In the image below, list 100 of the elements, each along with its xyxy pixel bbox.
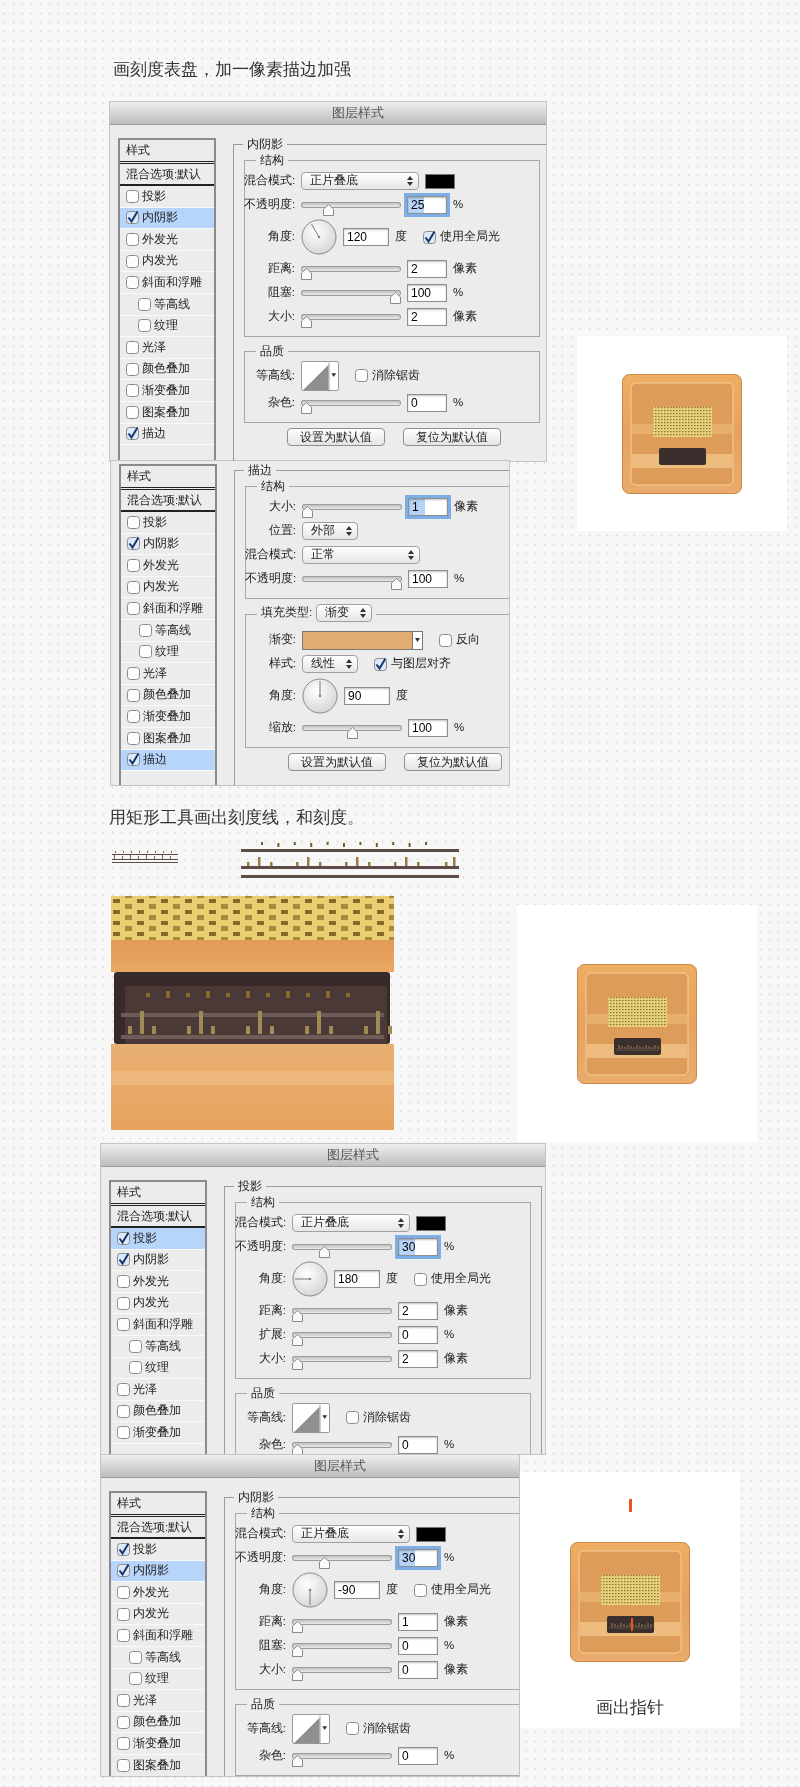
angle-dial[interactable] — [292, 1261, 328, 1297]
effect-item[interactable]: 斜面和浮雕 — [111, 1625, 205, 1647]
effect-item[interactable]: 图案叠加 — [120, 401, 214, 424]
slider-thumb[interactable] — [323, 204, 335, 216]
checkbox[interactable] — [126, 384, 139, 398]
effect-item[interactable]: 内发光 — [111, 1292, 205, 1315]
slider-thumb[interactable] — [302, 506, 313, 518]
number-field[interactable]: 30 — [398, 1238, 438, 1256]
slider-thumb[interactable] — [301, 268, 312, 280]
effect-item[interactable]: 光泽 — [111, 1379, 205, 1401]
checkbox[interactable] — [117, 1318, 130, 1332]
checkbox[interactable] — [117, 1382, 130, 1396]
checkbox[interactable] — [117, 1253, 130, 1267]
checkbox[interactable] — [139, 645, 152, 659]
slider-thumb[interactable] — [390, 292, 401, 304]
effect-item[interactable]: 光泽 — [111, 1690, 205, 1712]
effect-item[interactable]: 投影 — [111, 1539, 205, 1561]
effect-item[interactable]: 光泽 — [120, 337, 214, 359]
checkbox[interactable] — [129, 1361, 142, 1375]
slider-thumb[interactable] — [292, 1358, 303, 1370]
checkbox[interactable] — [117, 1564, 130, 1578]
effect-item[interactable]: 斜面和浮雕 — [121, 598, 215, 620]
slider-thumb[interactable] — [292, 1310, 303, 1322]
angle-dial[interactable] — [302, 678, 338, 714]
dropdown[interactable]: 渐变 — [316, 604, 373, 622]
effect-item[interactable]: 等高线 — [121, 619, 215, 642]
checkbox[interactable] — [117, 1296, 130, 1310]
effect-item[interactable]: 渐变叠加 — [120, 380, 214, 402]
slider-thumb[interactable] — [292, 1755, 303, 1767]
checkbox[interactable] — [126, 233, 139, 246]
effect-item[interactable]: 外发光 — [121, 555, 215, 577]
number-field[interactable]: 0 — [407, 394, 447, 412]
effect-item[interactable]: 纹理 — [120, 315, 214, 338]
checkbox[interactable] — [117, 1607, 130, 1621]
checkbox[interactable] — [126, 254, 139, 268]
effect-item[interactable]: 颜色叠加 — [111, 1711, 205, 1734]
number-field[interactable]: 1 — [408, 498, 448, 516]
list-item[interactable]: 混合选项:默认 — [120, 164, 214, 186]
effect-item[interactable]: 渐变叠加 — [121, 706, 215, 728]
effect-item[interactable]: 外发光 — [120, 229, 214, 251]
checkbox[interactable] — [127, 537, 140, 551]
effect-item[interactable]: 内发光 — [120, 250, 214, 273]
checkbox[interactable] — [126, 189, 139, 203]
slider-thumb[interactable] — [318, 1557, 330, 1569]
number-field[interactable]: 90 — [344, 687, 390, 705]
slider-thumb[interactable] — [292, 1669, 303, 1681]
checkbox[interactable] — [346, 1722, 359, 1735]
slider-thumb[interactable] — [292, 1334, 303, 1346]
effect-item[interactable]: 纹理 — [111, 1357, 205, 1380]
number-field[interactable]: 2 — [407, 308, 447, 326]
effect-item[interactable]: 描边 — [121, 749, 215, 772]
checkbox[interactable] — [139, 623, 152, 637]
checkbox[interactable] — [126, 427, 139, 441]
checkbox[interactable] — [127, 559, 140, 572]
checkbox[interactable] — [117, 1542, 130, 1556]
effect-item[interactable]: 图案叠加 — [111, 1754, 205, 1776]
effect-item[interactable]: 光泽 — [121, 663, 215, 685]
checkbox[interactable] — [355, 369, 368, 382]
number-field[interactable]: 0 — [398, 1661, 438, 1679]
effect-item[interactable]: 等高线 — [120, 293, 214, 316]
effect-item[interactable]: 内阴影 — [111, 1249, 205, 1272]
checkbox[interactable] — [374, 657, 387, 671]
slider-thumb[interactable] — [301, 402, 312, 414]
checkbox[interactable] — [117, 1629, 130, 1643]
effect-item[interactable]: 斜面和浮雕 — [111, 1314, 205, 1336]
number-field[interactable]: 0 — [398, 1747, 438, 1765]
effect-item[interactable]: 内阴影 — [121, 533, 215, 556]
contour-picker[interactable] — [292, 1402, 330, 1433]
color-swatch[interactable] — [416, 1526, 446, 1542]
checkbox[interactable] — [127, 753, 140, 767]
number-field[interactable]: 100 — [408, 570, 448, 588]
checkbox[interactable] — [129, 1650, 142, 1664]
checkbox[interactable] — [414, 1583, 427, 1597]
dropdown[interactable]: 正片叠底 — [292, 1214, 410, 1232]
checkbox[interactable] — [127, 602, 140, 616]
checkbox[interactable] — [117, 1586, 130, 1599]
checkbox[interactable] — [129, 1672, 142, 1686]
number-field[interactable]: 0 — [398, 1436, 438, 1454]
angle-dial[interactable] — [301, 219, 337, 255]
checkbox[interactable] — [127, 515, 140, 529]
slider-thumb[interactable] — [292, 1621, 303, 1633]
checkbox[interactable] — [346, 1411, 359, 1424]
checkbox[interactable] — [126, 362, 139, 376]
number-field[interactable]: 2 — [407, 260, 447, 278]
checkbox[interactable] — [127, 731, 140, 745]
dropdown[interactable]: 正片叠底 — [292, 1525, 410, 1543]
effect-item[interactable]: 渐变叠加 — [111, 1422, 205, 1444]
effect-item[interactable]: 描边 — [120, 423, 214, 446]
dropdown[interactable]: 线性 — [302, 655, 358, 673]
effect-item[interactable]: 纹理 — [121, 641, 215, 664]
checkbox[interactable] — [439, 633, 452, 647]
effect-item[interactable]: 渐变叠加 — [111, 1733, 205, 1755]
gradient-picker[interactable] — [302, 630, 423, 650]
number-field[interactable]: 180 — [334, 1270, 380, 1288]
checkbox[interactable] — [127, 710, 140, 724]
number-field[interactable]: 1 — [398, 1613, 438, 1631]
effect-item[interactable]: 投影 — [111, 1228, 205, 1250]
checkbox[interactable] — [117, 1737, 130, 1751]
slider-thumb[interactable] — [301, 316, 312, 328]
effect-item[interactable]: 投影 — [120, 186, 214, 208]
